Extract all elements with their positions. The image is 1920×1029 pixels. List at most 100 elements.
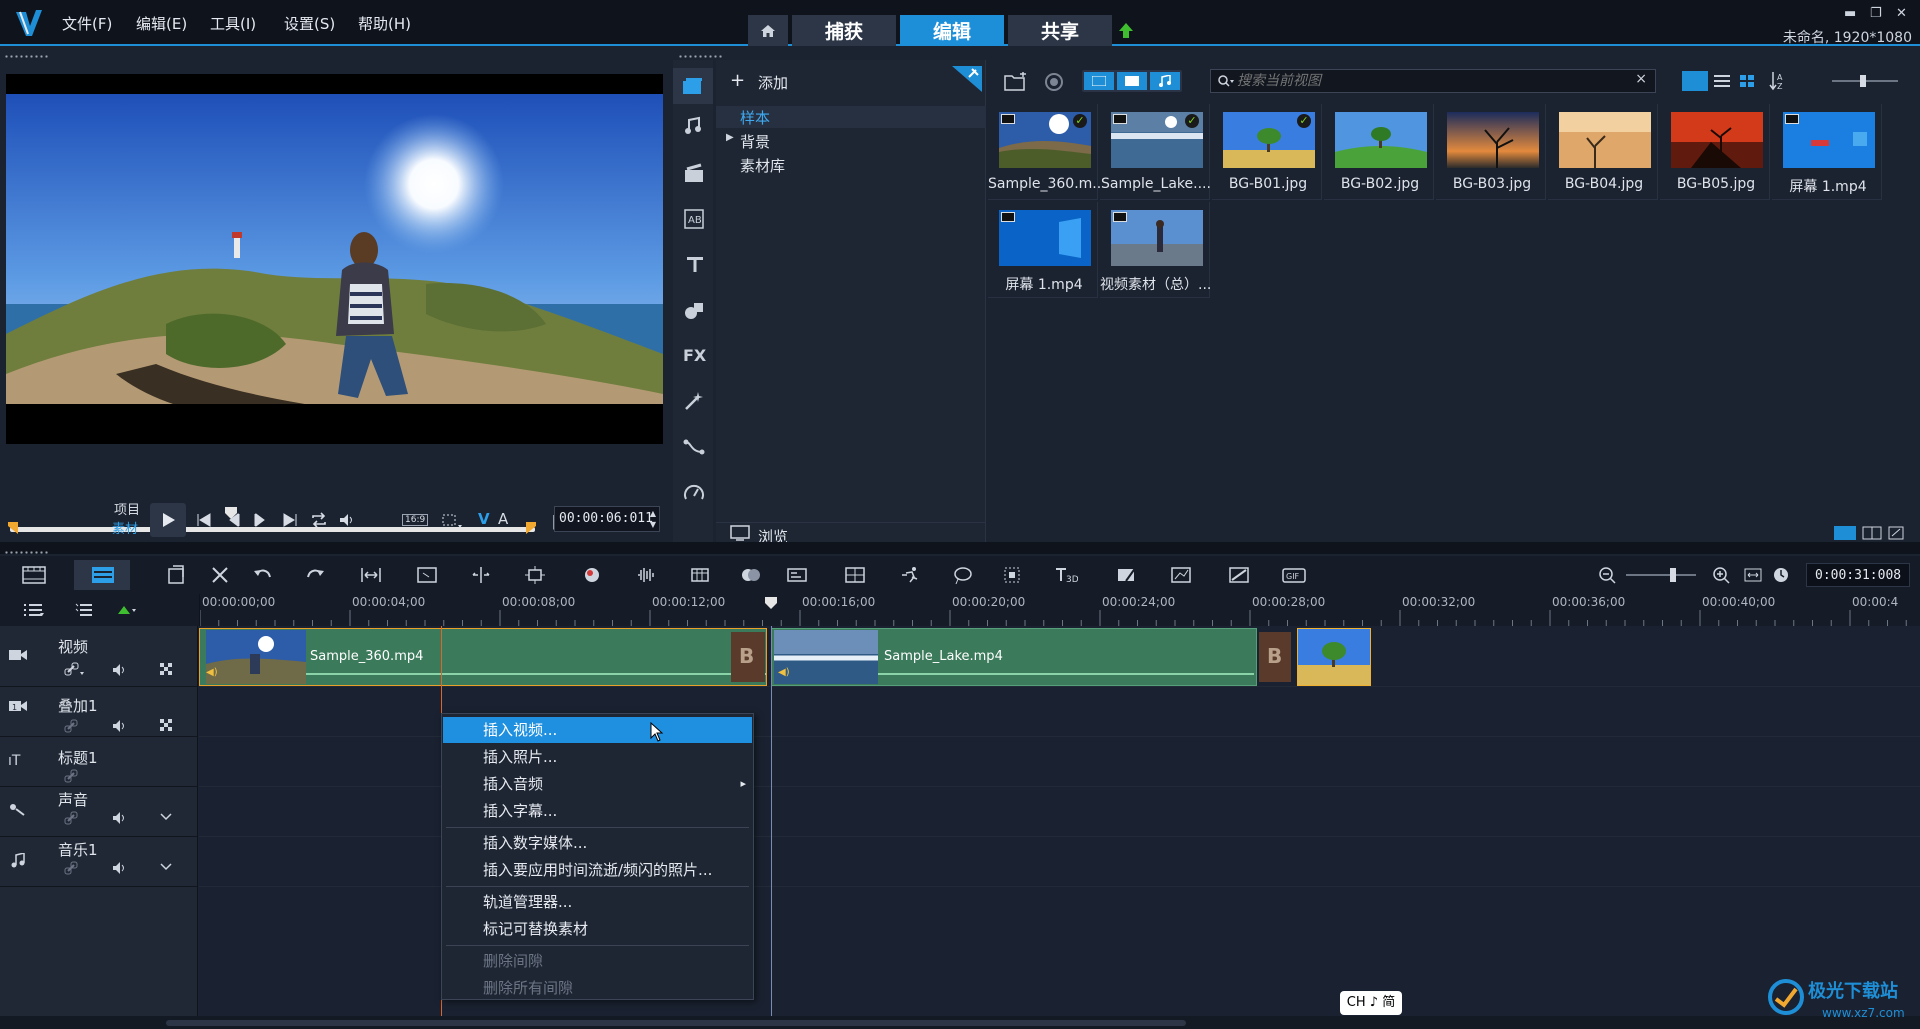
spin-down-icon[interactable]: ▼ [650, 520, 656, 529]
menu-insert-subtitle[interactable]: 插入字幕... [443, 798, 752, 824]
media-category[interactable] [673, 68, 713, 104]
tab-share[interactable]: 共享 [1008, 15, 1112, 46]
title-icon[interactable] [685, 254, 705, 274]
freeze-frame-icon[interactable] [524, 565, 548, 585]
link-icon[interactable] [64, 769, 78, 783]
transition-icon[interactable] [683, 162, 705, 184]
fit-project-icon[interactable] [1744, 566, 1762, 584]
ime-indicator[interactable]: CH ♪ 简 [1340, 991, 1402, 1015]
speed-icon[interactable] [683, 482, 705, 504]
menu-file[interactable]: 文件(F) [62, 13, 112, 34]
menu-insert-timelapse-photo[interactable]: 插入要应用时间流逝/频闪的照片... [443, 857, 752, 883]
browse-button[interactable]: 浏览 [716, 522, 986, 546]
panel-grip[interactable] [678, 55, 724, 58]
playhead-marker[interactable] [764, 596, 778, 610]
trim-start-marker[interactable] [8, 522, 18, 534]
magic-wand-icon[interactable] [683, 390, 705, 412]
menu-mark-replaceable[interactable]: 标记可替换素材 [443, 916, 752, 942]
track-volume-icon[interactable] [112, 663, 128, 677]
gif-icon[interactable]: GIF [1282, 565, 1306, 585]
thumbnail-item[interactable]: ✓ Sample_Lake.... [1100, 104, 1211, 200]
timeline-view-button[interactable] [74, 560, 130, 590]
menu-insert-audio[interactable]: 插入音频 ▸ [443, 771, 752, 797]
track-header-music[interactable]: 音乐1 [0, 837, 198, 887]
ruler-scale[interactable]: 00:00:00;00 00:00:04;00 00:00:08;00 00:00:1… [199, 594, 1920, 626]
track-motion-icon[interactable] [1002, 565, 1026, 585]
zoom-out-icon[interactable] [1598, 566, 1616, 584]
pan-zoom-icon[interactable] [416, 565, 440, 585]
subtitle-icon[interactable] [786, 565, 810, 585]
panel-grip[interactable] [4, 55, 50, 58]
multicam-icon[interactable] [690, 565, 714, 585]
track-header-video[interactable]: 视频 [0, 626, 198, 687]
timecode-field[interactable]: 00:00:06:011 ▲ ▼ [554, 506, 660, 532]
track-header-overlay[interactable]: 1 叠加1 [0, 687, 198, 737]
link-icon[interactable] [64, 662, 86, 676]
aspect-ratio-button[interactable]: 16:9 [402, 514, 429, 526]
menu-settings[interactable]: 设置(S) [284, 13, 335, 34]
tree-item-library[interactable]: 素材库 [740, 155, 785, 176]
slider-thumb[interactable] [1860, 75, 1866, 87]
timeline-clip[interactable]: Sample_Lake.mp4 ◀) [771, 628, 1257, 686]
painting-icon[interactable] [1116, 565, 1140, 585]
fx-icon[interactable]: FX [683, 346, 706, 365]
transition-block[interactable]: B [731, 632, 765, 682]
record-icon[interactable] [1044, 72, 1064, 92]
thumbnail-item[interactable]: 视频素材（总）.... [1100, 202, 1212, 298]
chevron-down-icon[interactable] [160, 813, 172, 821]
fit-width-icon[interactable] [360, 565, 384, 585]
add-button[interactable]: 添加 [758, 72, 788, 93]
go-start-icon[interactable] [196, 512, 212, 528]
link-icon[interactable] [64, 861, 78, 875]
tab-edit[interactable]: 编辑 [900, 15, 1004, 46]
library-view-button[interactable] [1834, 526, 1856, 540]
view-thumbnail-button[interactable] [1682, 71, 1708, 91]
thumbnail-item[interactable]: 屏幕 1.mp4 [988, 202, 1098, 298]
checker-icon[interactable] [160, 663, 174, 677]
timeline-scrollbar[interactable] [0, 1016, 1920, 1029]
undo-icon[interactable] [252, 565, 276, 585]
close-button[interactable]: ✕ [1896, 6, 1907, 21]
mask-icon[interactable] [740, 565, 764, 585]
menu-edit[interactable]: 编辑(E) [136, 13, 187, 34]
clip-mode-label[interactable]: 素材 [112, 518, 138, 537]
thumbnail-item[interactable]: BG-B05.jpg [1660, 104, 1770, 200]
track-manager-icon[interactable] [22, 602, 46, 618]
upload-icon[interactable] [1118, 22, 1134, 40]
clear-search-button[interactable]: × [1635, 71, 1647, 87]
zoom-slider[interactable] [1626, 568, 1696, 582]
track-header-title[interactable]: ıT 标题1 [0, 737, 198, 787]
plus-icon[interactable]: + [730, 70, 745, 91]
search-input[interactable] [1237, 72, 1617, 90]
spin-up-icon[interactable]: ▲ [650, 509, 656, 518]
pin-icon[interactable] [952, 66, 982, 92]
record-capture-icon[interactable] [166, 565, 190, 585]
audio-instant-icon[interactable] [683, 116, 705, 138]
3d-title-icon[interactable]: 3D [1054, 565, 1078, 585]
thumbnail-item[interactable]: ✓ Sample_360.m... [988, 104, 1100, 200]
timeline-clip[interactable]: Sample_360.mp4 ◀) [199, 628, 767, 686]
menu-track-manager[interactable]: 轨道管理器... [443, 889, 752, 915]
color-grade-icon[interactable] [582, 565, 606, 585]
overlay-ab-icon[interactable]: AB [683, 208, 705, 230]
motion-path-icon[interactable] [683, 436, 705, 458]
audio-wave-icon[interactable] [636, 565, 660, 585]
motion-icon[interactable] [900, 565, 924, 585]
trim-end-marker[interactable] [526, 522, 536, 534]
tree-item-background[interactable]: 背景 [740, 131, 770, 152]
volume-icon[interactable] [338, 512, 356, 528]
thumbnail-item[interactable]: BG-B02.jpg [1324, 104, 1434, 200]
checker-icon[interactable] [160, 719, 174, 733]
video-toggle[interactable]: V [478, 510, 490, 528]
split-screen-icon[interactable] [844, 565, 868, 585]
link-icon[interactable] [64, 811, 78, 825]
zoom-slider-thumb[interactable] [1670, 568, 1676, 582]
thumbnail-item[interactable]: 屏幕 1.mp4 [1772, 104, 1882, 200]
track-header-voice[interactable]: 声音 [0, 787, 198, 837]
thumbnail-item[interactable]: ✓ BG-B01.jpg [1212, 104, 1322, 200]
thumbnail-item[interactable]: BG-B03.jpg [1436, 104, 1546, 200]
tab-capture[interactable]: 捕获 [792, 15, 896, 46]
project-mode-label[interactable]: 项目 [114, 499, 140, 518]
scrollbar-thumb[interactable] [166, 1020, 1186, 1026]
split-icon[interactable] [470, 565, 494, 585]
